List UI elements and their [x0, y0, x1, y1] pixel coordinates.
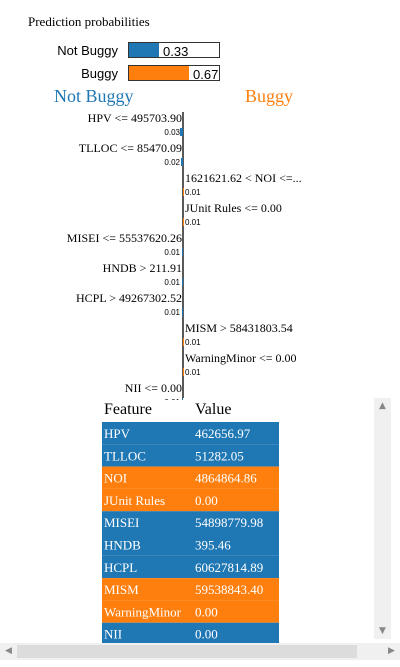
table-row: HCPL 60627814.89 [102, 555, 279, 579]
feature-weight-bar [182, 308, 183, 316]
table-row: MISM 59538843.40 [102, 578, 279, 601]
feature-weight-bar [180, 128, 183, 136]
table-row: MISEI 54898779.98 [102, 511, 279, 534]
table-row: WarningMinor 0.00 [102, 600, 279, 623]
feature-weight-label: 0.03 [164, 128, 180, 137]
table-cell-feature: WarningMinor [104, 604, 182, 619]
triangle-right-icon[interactable]: ▶ [383, 643, 400, 660]
feature-weight-label: 0.01 [185, 188, 201, 197]
feature-weight-label: 0.02 [164, 158, 180, 167]
feature-row: HCPL > 49267302.52 0.01 [76, 291, 183, 317]
table-cell-value: 4864864.86 [195, 471, 257, 486]
feature-condition-label: 1621621.62 < NOI <=... [185, 171, 302, 185]
prob-row-buggy: Buggy 0.67 [0, 65, 240, 83]
feature-weight-label: 0.01 [164, 248, 180, 257]
class-heading-not-buggy: Not Buggy [54, 86, 134, 106]
feature-weight-label: 0.01 [185, 218, 201, 227]
feature-weight-bar [183, 338, 184, 346]
feature-condition-label: HNDB > 211.91 [103, 261, 182, 275]
prob-value-not-buggy: 0.33 [163, 44, 189, 59]
feature-condition-label: HPV <= 495703.90 [88, 111, 182, 125]
table-cell-feature: HNDB [104, 538, 141, 553]
table-row: HPV 462656.97 [102, 422, 279, 445]
prob-bar-not-buggy: 0.33 [128, 42, 220, 59]
triangle-up-icon[interactable]: ▲ [374, 398, 391, 414]
feature-weight-label: 0.01 [185, 338, 201, 347]
feature-weight-bar [183, 188, 184, 196]
feature-condition-label: TLLOC <= 85470.09 [79, 141, 182, 155]
table-cell-value: 395.46 [195, 538, 231, 553]
prediction-probabilities-title: Prediction probabilities [28, 14, 150, 29]
table-cell-value: 51282.05 [195, 448, 244, 463]
feature-row: MISEI <= 55537620.26 0.01 [67, 231, 183, 257]
table-row-background [102, 622, 279, 645]
table-row: JUnit Rules 0.00 [102, 488, 279, 512]
feature-condition-label: HCPL > 49267302.52 [76, 291, 182, 305]
class-heading-buggy: Buggy [245, 86, 294, 106]
feature-weight-label: 0.01 [164, 278, 180, 287]
feature-row: JUnit Rules <= 0.00 0.01 [183, 201, 282, 227]
table-row: NOI 4864864.86 [102, 466, 279, 489]
table-cell-value: 462656.97 [195, 426, 251, 441]
feature-row: WarningMinor <= 0.00 0.01 [183, 351, 297, 377]
feature-condition-label: NII <= 0.00 [125, 381, 182, 395]
table-cell-feature: MISM [104, 582, 139, 597]
feature-weight-label: 0.01 [164, 308, 180, 317]
table-cell-value: 54898779.98 [195, 515, 263, 530]
feature-weight-bar [181, 158, 183, 166]
prob-fill-not-buggy [129, 43, 159, 57]
table-row: HNDB 395.46 [102, 533, 279, 556]
table-row: TLLOC 51282.05 [102, 444, 279, 467]
feature-row: TLLOC <= 85470.09 0.02 [79, 141, 183, 167]
vertical-scrollbar[interactable]: ▲ ▼ [374, 398, 391, 639]
table-row: NII 0.00 [102, 622, 279, 645]
feature-weight-label: 0.01 [185, 368, 201, 377]
prob-bar-buggy: 0.67 [128, 65, 220, 82]
table-cell-value: 0.00 [195, 493, 218, 508]
table-cell-feature: HPV [104, 426, 131, 441]
table-cell-feature: TLLOC [104, 448, 146, 463]
feature-row: MISM > 58431803.54 0.01 [183, 321, 293, 347]
table-header-value: Value [195, 401, 231, 418]
feature-weight-bar [183, 218, 184, 226]
feature-weight-bar [182, 278, 183, 286]
table-cell-feature: NOI [104, 471, 127, 486]
feature-weights-chart: HPV <= 495703.90 0.03 TLLOC <= 85470.09 0.0… [67, 111, 302, 400]
table-cell-feature: HCPL [104, 560, 137, 575]
table-header-feature: Feature [104, 401, 152, 418]
horizontal-scroll-thumb[interactable] [17, 645, 357, 658]
horizontal-scrollbar[interactable]: ◀ ▶ [0, 643, 400, 660]
table-cell-value: 0.00 [195, 604, 218, 619]
prob-row-not-buggy: Not Buggy 0.33 [0, 42, 240, 60]
feature-weight-bar [182, 248, 183, 256]
triangle-down-icon[interactable]: ▼ [374, 623, 391, 639]
table-cell-feature: JUnit Rules [104, 493, 165, 508]
prob-label-not-buggy: Not Buggy [57, 43, 118, 58]
prob-label-buggy: Buggy [81, 66, 118, 81]
triangle-left-icon[interactable]: ◀ [0, 643, 17, 660]
feature-row: HPV <= 495703.90 0.03 [88, 111, 183, 137]
feature-condition-label: MISM > 58431803.54 [185, 321, 293, 335]
feature-condition-label: WarningMinor <= 0.00 [185, 351, 297, 365]
table-cell-feature: NII [104, 627, 122, 642]
table-cell-value: 0.00 [195, 627, 218, 642]
table-cell-value: 60627814.89 [195, 560, 263, 575]
feature-row: HNDB > 211.91 0.01 [103, 261, 183, 287]
feature-condition-label: MISEI <= 55537620.26 [67, 231, 182, 245]
feature-row: 1621621.62 < NOI <=... 0.01 [183, 171, 302, 197]
table-cell-value: 59538843.40 [195, 582, 263, 597]
feature-weight-bar [183, 368, 184, 376]
feature-value-table: Feature Value HPV 462656.97 TLLOC 51282.05 NOI… [102, 401, 279, 645]
prob-value-buggy: 0.67 [193, 67, 219, 82]
table-cell-feature: MISEI [104, 515, 139, 530]
feature-condition-label: JUnit Rules <= 0.00 [185, 201, 282, 215]
prob-fill-buggy [129, 66, 190, 80]
